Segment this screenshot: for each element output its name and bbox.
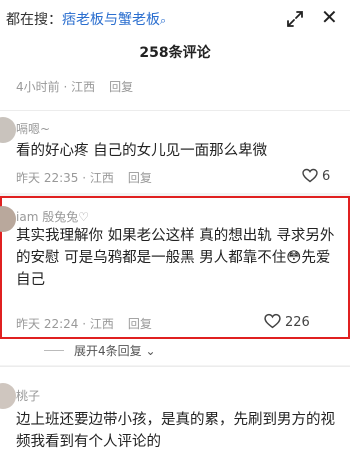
reply-button[interactable]: 回复 xyxy=(128,171,152,185)
comment-username[interactable]: 嗝嗯~ xyxy=(16,120,50,137)
comment-meta: 昨天 22:24 · 江西 回复 xyxy=(16,315,152,332)
comment-time: 4小时前 · 江西 xyxy=(16,80,96,94)
like-count: 6 xyxy=(322,169,331,184)
search-icon[interactable]: ⌕ xyxy=(160,14,166,27)
search-keyword[interactable]: 痞老板与蟹老板 xyxy=(62,12,160,28)
comment-time: 昨天 22:24 · 江西 xyxy=(16,317,114,331)
comment-meta: 昨天 22:35 · 江西 回复 xyxy=(16,169,152,186)
expand-replies-button[interactable]: 展开4条回复 ⌄ xyxy=(44,342,156,359)
reply-button[interactable]: 回复 xyxy=(128,317,152,331)
highlighted-comment: iam 殷兔兔♡ 其实我理解你 如果老公这样 真的想出轨 寻求另外的安慰 可是乌… xyxy=(0,196,350,339)
comment-text: 其实我理解你 如果老公这样 真的想出轨 寻求另外的安慰 可是乌鸦都是一般黑 男人… xyxy=(16,228,335,288)
expand-icon[interactable] xyxy=(284,8,306,30)
comment-username[interactable]: 桃子 xyxy=(16,387,40,404)
comment-item: 4小时前 · 江西 回复 xyxy=(0,66,350,110)
comment-text: 边上班还要边带小孩，是真的累，先刷到男方的视频我看到有个人评论的 xyxy=(16,412,335,450)
top-bar: 都在搜：痞老板与蟹老板⌕ ✕ xyxy=(0,0,350,42)
like-button[interactable]: 226 xyxy=(264,313,310,330)
search-prefix: 都在搜： xyxy=(6,12,62,28)
comment-meta: 4小时前 · 江西 回复 xyxy=(16,78,133,95)
avatar[interactable] xyxy=(0,383,16,409)
expand-replies-row: 展开4条回复 ⌄ xyxy=(0,339,350,365)
like-button[interactable]: 6 xyxy=(302,168,330,184)
comment-item: 嗝嗯~ 看的好心疼 自己的女儿见一面那么卑微 昨天 22:35 · 江西 回复 6 xyxy=(0,111,350,193)
heart-icon xyxy=(264,313,281,329)
heart-icon xyxy=(302,168,318,183)
comment-username[interactable]: iam 殷兔兔♡ xyxy=(16,208,89,225)
reply-button[interactable]: 回复 xyxy=(109,80,133,94)
comment-text: 看的好心疼 自己的女儿见一面那么卑微 xyxy=(16,143,268,159)
avatar[interactable] xyxy=(0,206,16,232)
avatar[interactable] xyxy=(0,117,16,143)
comment-item: 桃子 边上班还要边带小孩，是真的累，先刷到男方的视频我看到有个人评论的 xyxy=(0,367,350,462)
trending-search[interactable]: 都在搜：痞老板与蟹老板⌕ xyxy=(6,9,166,29)
comment-count: 258条评论 xyxy=(0,40,350,66)
close-icon[interactable]: ✕ xyxy=(321,6,338,28)
like-count: 226 xyxy=(285,315,310,330)
comment-time: 昨天 22:35 · 江西 xyxy=(16,171,114,185)
